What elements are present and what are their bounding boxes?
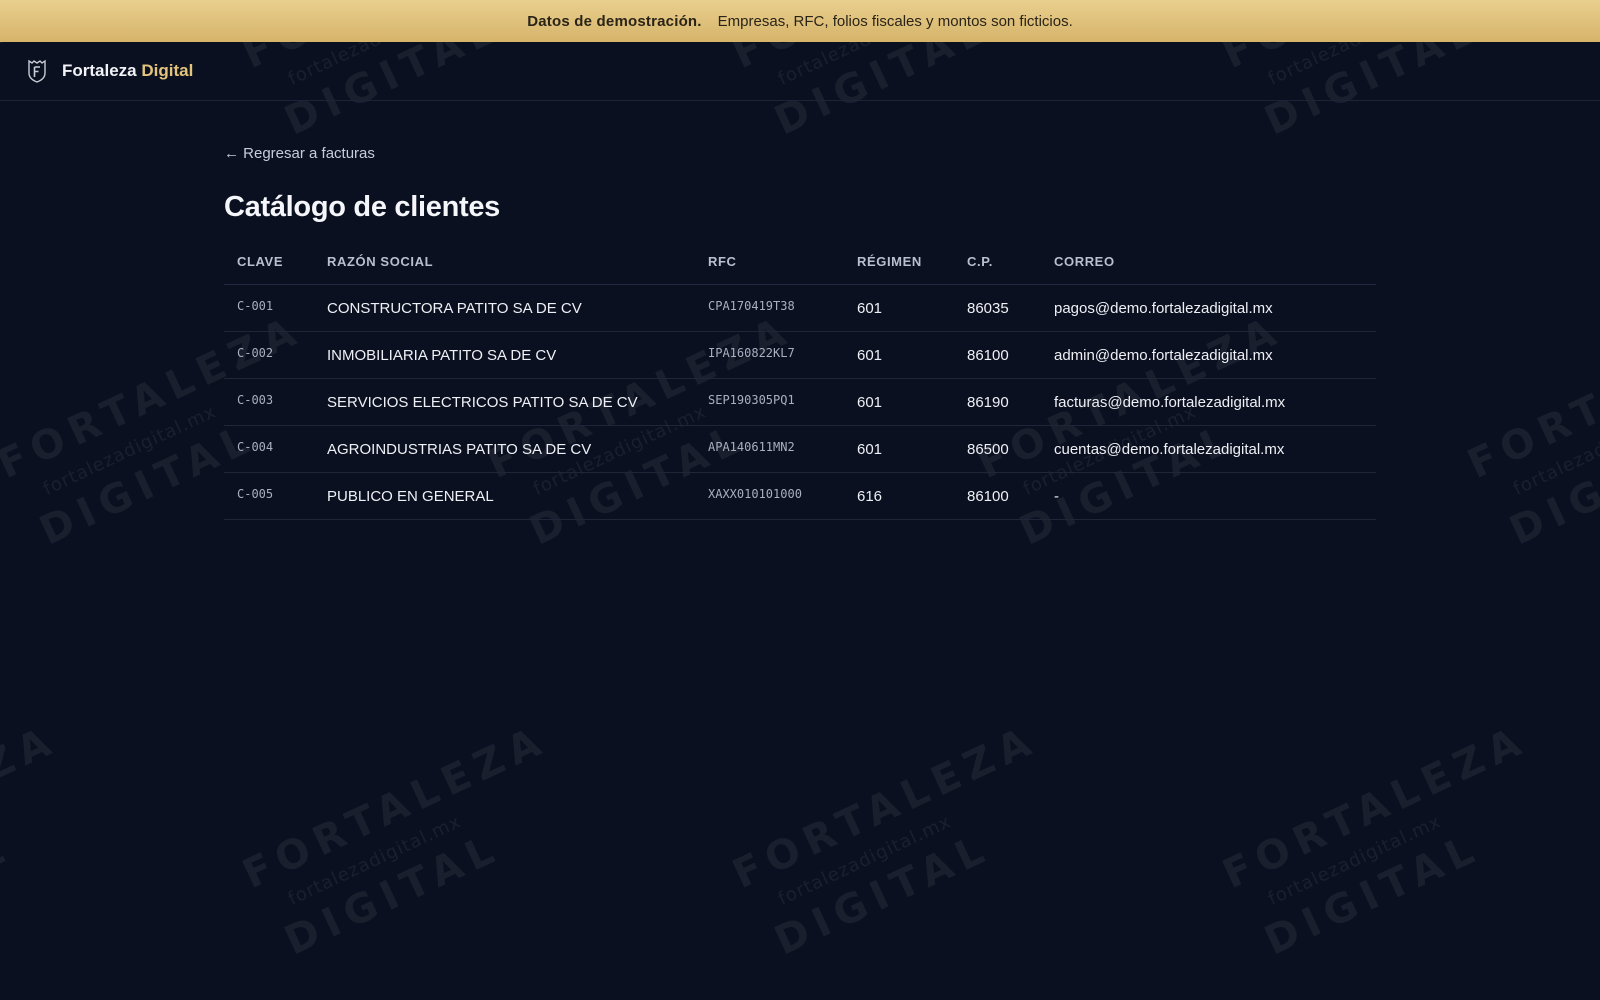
table-row[interactable]: C-001 CONSTRUCTORA PATITO SA DE CV CPA17…: [224, 284, 1376, 332]
app-page: FORTALEZAfortalezadigital.mxDIGITAL FORTA…: [0, 0, 1600, 1000]
cell-rfc: IPA160822KL7: [695, 331, 844, 379]
demo-banner-message: Empresas, RFC, folios fiscales y montos …: [717, 12, 1073, 30]
header-rfc: RFC: [695, 250, 844, 285]
clients-table: CLAVE RAZÓN SOCIAL RFC RÉGIMEN C.P. CORR…: [224, 250, 1376, 520]
watermark-tile: FORTALEZAfortalezadigital.mxDIGITAL: [235, 716, 555, 965]
cell-rfc: XAXX010101000: [695, 472, 844, 520]
cell-rfc: APA140611MN2: [695, 425, 844, 473]
table-row[interactable]: C-005 PUBLICO EN GENERAL XAXX010101000 6…: [224, 472, 1376, 520]
cell-rfc: CPA170419T38: [695, 284, 844, 332]
cell-cp: 86100: [954, 331, 1041, 379]
shield-f-icon[interactable]: [26, 58, 48, 84]
watermark-tile: FORTALEZAfortalezadigital.mxDIGITAL: [0, 716, 65, 965]
demo-banner: Datos de demostración. Empresas, RFC, fo…: [0, 0, 1600, 42]
back-to-invoices-link[interactable]: ← Regresar a facturas: [224, 145, 375, 162]
cell-razon-social: PUBLICO EN GENERAL: [314, 472, 695, 520]
header-regimen: RÉGIMEN: [844, 250, 954, 285]
table-header-row: CLAVE RAZÓN SOCIAL RFC RÉGIMEN C.P. CORR…: [224, 250, 1376, 285]
app-header: Fortaleza Digital: [0, 42, 1600, 101]
cell-rfc: SEP190305PQ1: [695, 378, 844, 426]
table-row[interactable]: C-003 SERVICIOS ELECTRICOS PATITO SA DE …: [224, 378, 1376, 426]
main-content: ← Regresar a facturas Catálogo de client…: [224, 101, 1376, 520]
cell-clave: C-003: [224, 378, 314, 426]
cell-regimen: 616: [844, 472, 954, 520]
cell-clave: C-002: [224, 331, 314, 379]
cell-regimen: 601: [844, 331, 954, 379]
header-cp: C.P.: [954, 250, 1041, 285]
page-title: Catálogo de clientes: [224, 191, 501, 223]
cell-razon-social: CONSTRUCTORA PATITO SA DE CV: [314, 284, 695, 332]
cell-razon-social: SERVICIOS ELECTRICOS PATITO SA DE CV: [314, 378, 695, 426]
cell-correo: admin@demo.fortalezadigital.mx: [1041, 331, 1376, 379]
brand-name-accent: Digital: [141, 61, 194, 80]
cell-regimen: 601: [844, 284, 954, 332]
header-razon-social: RAZÓN SOCIAL: [314, 250, 695, 285]
brand-name-primary: Fortaleza: [62, 61, 137, 80]
cell-clave: C-001: [224, 284, 314, 332]
cell-clave: C-004: [224, 425, 314, 473]
cell-razon-social: INMOBILIARIA PATITO SA DE CV: [314, 331, 695, 379]
cell-correo: cuentas@demo.fortalezadigital.mx: [1041, 425, 1376, 473]
table-row[interactable]: C-004 AGROINDUSTRIAS PATITO SA DE CV APA…: [224, 425, 1376, 473]
table-row[interactable]: C-002 INMOBILIARIA PATITO SA DE CV IPA16…: [224, 331, 1376, 379]
cell-correo: -: [1041, 472, 1376, 520]
cell-regimen: 601: [844, 425, 954, 473]
header-correo: CORREO: [1041, 250, 1376, 285]
cell-clave: C-005: [224, 472, 314, 520]
cell-correo: pagos@demo.fortalezadigital.mx: [1041, 284, 1376, 332]
cell-cp: 86190: [954, 378, 1041, 426]
cell-cp: 86035: [954, 284, 1041, 332]
cell-cp: 86100: [954, 472, 1041, 520]
watermark-tile: FORTALEZAfortalezadigital.mxDIGITAL: [1460, 306, 1600, 555]
cell-razon-social: AGROINDUSTRIAS PATITO SA DE CV: [314, 425, 695, 473]
header-clave: CLAVE: [224, 250, 314, 285]
watermark-tile: FORTALEZAfortalezadigital.mxDIGITAL: [725, 716, 1045, 965]
watermark-tile: FORTALEZAfortalezadigital.mxDIGITAL: [1215, 716, 1535, 965]
demo-banner-title: Datos de demostración.: [527, 12, 702, 30]
brand-name[interactable]: Fortaleza Digital: [62, 61, 193, 81]
cell-correo: facturas@demo.fortalezadigital.mx: [1041, 378, 1376, 426]
cell-regimen: 601: [844, 378, 954, 426]
cell-cp: 86500: [954, 425, 1041, 473]
